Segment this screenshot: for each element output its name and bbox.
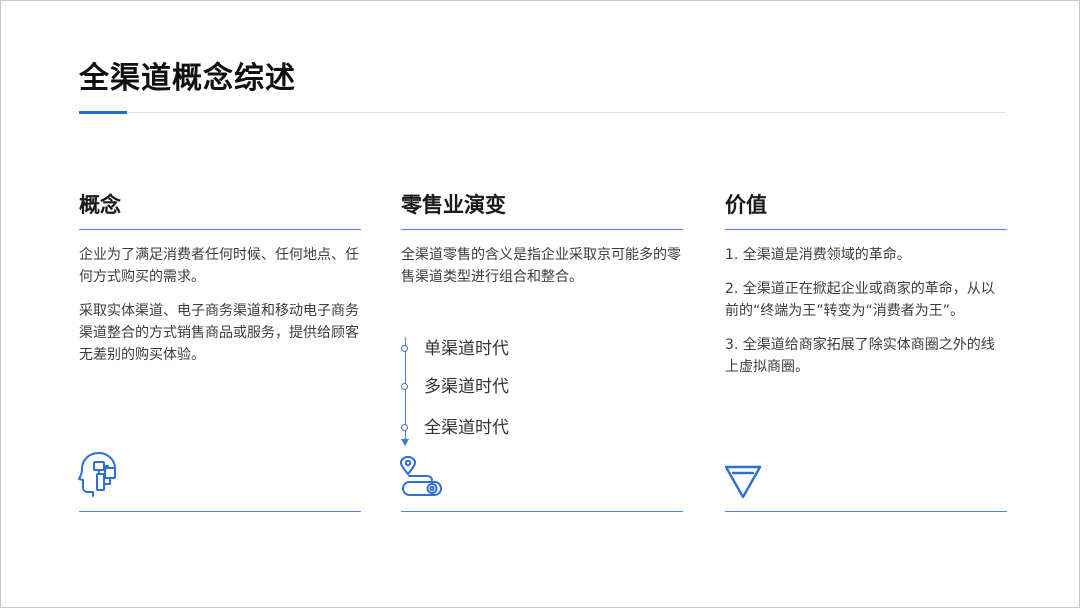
column-divider (725, 229, 1007, 230)
paragraph: 2. 全渠道正在掀起企业或商家的革命，从以前的“终端为王”转变为“消费者为王”。 (725, 281, 995, 319)
column-bottom-divider (725, 511, 1007, 512)
timeline-label: 全渠道时代 (424, 418, 509, 438)
timeline-label: 多渠道时代 (424, 377, 509, 397)
column-heading: 价值 (725, 193, 767, 217)
paragraph: 全渠道零售的含义是指企业采取京可能多的零售渠道类型进行组合和整合。 (401, 247, 681, 285)
route-pin-icon (399, 456, 445, 498)
column-value: 价值 1. 全渠道是消费领域的革命。 2. 全渠道正在掀起企业或商家的革命，从以… (725, 189, 1007, 378)
paragraph: 采取实体渠道、电子商务渠道和移动电子商务渠道整合的方式销售商品或服务，提供给顾客… (79, 303, 359, 363)
column-divider (79, 229, 361, 230)
title-divider (79, 112, 1006, 113)
paragraph: 3. 全渠道给商家拓展了除实体商圈之外的线上虚拟商圈。 (725, 337, 995, 375)
timeline-dot-icon (401, 383, 408, 390)
slide: 全渠道概念综述 概念 企业为了满足消费者任何时候、任何地点、任何方式购买的需求。… (0, 0, 1080, 608)
column-heading: 零售业演变 (401, 193, 506, 217)
column-bottom-divider (79, 511, 361, 512)
head-brain-icon (77, 450, 121, 498)
timeline-arrow-icon (401, 439, 409, 446)
page-title: 全渠道概念综述 (79, 61, 296, 96)
timeline-dot-icon (401, 424, 408, 431)
timeline-dot-icon (401, 345, 408, 352)
timeline: 单渠道时代 多渠道时代 全渠道时代 (401, 335, 641, 451)
column-divider (401, 229, 683, 230)
timeline-label: 单渠道时代 (424, 339, 509, 359)
paragraph: 企业为了满足消费者任何时候、任何地点、任何方式购买的需求。 (79, 247, 359, 285)
column-concept: 概念 企业为了满足消费者任何时候、任何地点、任何方式购买的需求。 采取实体渠道、… (79, 189, 361, 366)
column-bottom-divider (401, 511, 683, 512)
paragraph: 1. 全渠道是消费领域的革命。 (725, 247, 911, 263)
column-retail-evolution: 零售业演变 全渠道零售的含义是指企业采取京可能多的零售渠道类型进行组合和整合。 (401, 189, 683, 288)
diamond-icon (723, 461, 763, 501)
title-accent-bar (79, 111, 127, 114)
column-heading: 概念 (79, 193, 121, 217)
